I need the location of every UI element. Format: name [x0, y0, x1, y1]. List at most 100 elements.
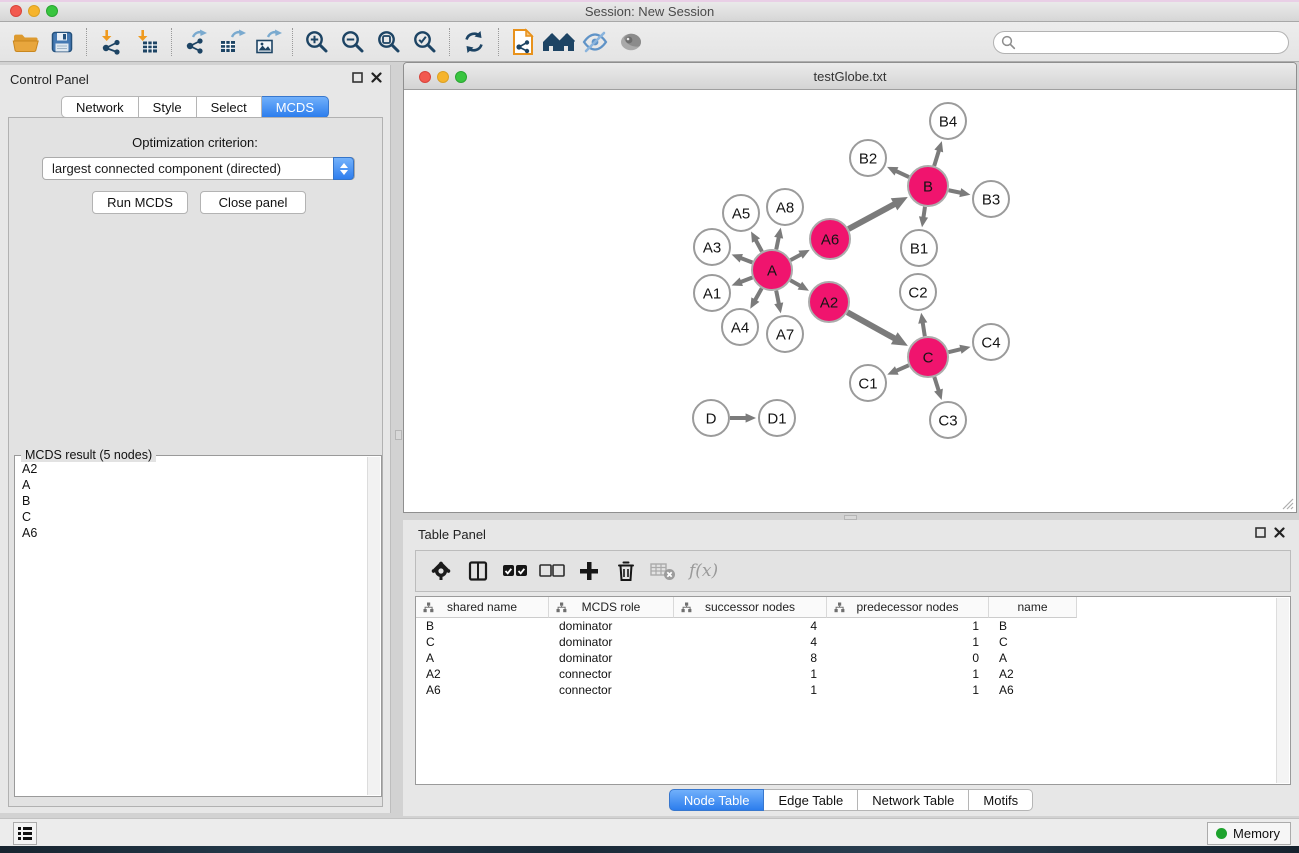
network-window-titlebar[interactable]: testGlobe.txt	[404, 63, 1296, 90]
table-scrollbar[interactable]	[1276, 598, 1289, 783]
tab-mcds[interactable]: MCDS	[262, 96, 329, 118]
float-table-panel-icon[interactable]	[1255, 527, 1266, 538]
destroy-table-icon[interactable]	[648, 556, 678, 586]
save-session-icon[interactable]	[44, 25, 80, 59]
table-cell[interactable]: 1	[827, 618, 989, 634]
column-header-successor-nodes[interactable]: successor nodes	[674, 597, 827, 618]
graph-edge-C-C4[interactable]	[948, 349, 961, 352]
graph-edge-A-A6[interactable]	[791, 254, 802, 260]
graph-edge-A-A8[interactable]	[776, 237, 779, 250]
zoom-fit-icon[interactable]	[371, 25, 407, 59]
table-cell[interactable]: dominator	[549, 650, 674, 666]
network-document-icon[interactable]	[505, 25, 541, 59]
criterion-dropdown[interactable]: largest connected component (directed)	[42, 157, 355, 180]
select-all-icon[interactable]	[500, 556, 530, 586]
float-panel-icon[interactable]	[352, 72, 363, 83]
table-cell[interactable]: C	[416, 634, 549, 650]
zoom-out-icon[interactable]	[335, 25, 371, 59]
column-header-MCDS-role[interactable]: MCDS role	[549, 597, 674, 618]
result-item-a2[interactable]: A2	[16, 461, 366, 477]
refresh-icon[interactable]	[456, 25, 492, 59]
table-cell[interactable]: A2	[416, 666, 549, 682]
table-cell[interactable]: 0	[827, 650, 989, 666]
tab-motifs[interactable]: Motifs	[969, 789, 1033, 811]
table-cell[interactable]: 4	[674, 634, 827, 650]
table-cell[interactable]: 4	[674, 618, 827, 634]
column-header-shared-name[interactable]: shared name	[416, 597, 549, 618]
graph-edge-C-C1[interactable]	[896, 365, 909, 371]
hide-graphics-details-icon[interactable]	[577, 25, 613, 59]
export-table-icon[interactable]	[214, 25, 250, 59]
table-cell[interactable]: 1	[827, 634, 989, 650]
table-row[interactable]: Adominator80A	[416, 650, 1290, 666]
close-table-panel-icon[interactable]	[1274, 527, 1285, 538]
graph-edge-A-A1[interactable]	[740, 278, 752, 283]
search-input[interactable]	[1016, 34, 1288, 52]
tab-node-table[interactable]: Node Table	[669, 789, 765, 811]
graph-edge-A-A7[interactable]	[776, 291, 779, 305]
graph-edge-C-C3[interactable]	[934, 377, 938, 391]
table-cell[interactable]: 1	[674, 666, 827, 682]
table-cell[interactable]: B	[989, 618, 1077, 634]
search-field[interactable]	[993, 31, 1289, 54]
export-image-icon[interactable]	[250, 25, 286, 59]
show-columns-icon[interactable]	[463, 556, 493, 586]
function-builder-icon[interactable]: f(x)	[685, 561, 718, 581]
task-history-button[interactable]	[13, 822, 37, 845]
resize-grip-icon[interactable]	[1282, 498, 1294, 510]
open-file-icon[interactable]	[8, 25, 44, 59]
tab-network-table[interactable]: Network Table	[858, 789, 969, 811]
graph-edge-C-C2[interactable]	[923, 322, 925, 336]
show-graphics-details-icon[interactable]	[613, 25, 649, 59]
home-icon[interactable]	[541, 25, 577, 59]
table-cell[interactable]: A6	[989, 682, 1077, 698]
table-cell[interactable]: connector	[549, 666, 674, 682]
import-network-icon[interactable]	[93, 25, 129, 59]
deselect-all-icon[interactable]	[537, 556, 567, 586]
graph-edge-A-A2[interactable]	[790, 280, 800, 286]
zoom-selected-icon[interactable]	[407, 25, 443, 59]
tab-edge-table[interactable]: Edge Table	[764, 789, 858, 811]
table-cell[interactable]: A6	[416, 682, 549, 698]
graph-edge-B-B2[interactable]	[896, 171, 909, 177]
result-item-a[interactable]: A	[16, 477, 366, 493]
table-cell[interactable]: B	[416, 618, 549, 634]
table-cell[interactable]: C	[989, 634, 1077, 650]
import-table-icon[interactable]	[129, 25, 165, 59]
graph-edge-A6-B[interactable]	[848, 204, 894, 229]
column-header-predecessor-nodes[interactable]: predecessor nodes	[827, 597, 989, 618]
table-cell[interactable]: dominator	[549, 618, 674, 634]
graph-edge-B-B1[interactable]	[923, 207, 925, 218]
table-cell[interactable]: A2	[989, 666, 1077, 682]
graph-edge-B-B3[interactable]	[949, 190, 962, 193]
vertical-divider-handle[interactable]	[395, 430, 402, 440]
result-item-b[interactable]: B	[16, 493, 366, 509]
table-row[interactable]: Bdominator41B	[416, 618, 1290, 634]
graph-edge-A-A5[interactable]	[756, 240, 762, 252]
result-item-a6[interactable]: A6	[16, 525, 366, 541]
table-cell[interactable]: A	[416, 650, 549, 666]
table-cell[interactable]: 8	[674, 650, 827, 666]
table-cell[interactable]: connector	[549, 682, 674, 698]
network-canvas[interactable]: AA1A2A3A4A5A6A7A8BB1B2B3B4CC1C2C3C4DD1	[404, 90, 1296, 512]
table-cell[interactable]: dominator	[549, 634, 674, 650]
zoom-in-icon[interactable]	[299, 25, 335, 59]
tab-style[interactable]: Style	[139, 96, 197, 118]
run-mcds-button[interactable]: Run MCDS	[92, 191, 188, 214]
table-row[interactable]: Cdominator41C	[416, 634, 1290, 650]
mcds-result-list[interactable]: A2ABCA6	[16, 461, 366, 794]
table-cell[interactable]: A	[989, 650, 1077, 666]
delete-column-icon[interactable]	[611, 556, 641, 586]
table-cell[interactable]: 1	[827, 666, 989, 682]
close-panel-button[interactable]: Close panel	[200, 191, 306, 214]
export-network-icon[interactable]	[178, 25, 214, 59]
table-row[interactable]: A2connector11A2	[416, 666, 1290, 682]
table-cell[interactable]: 1	[827, 682, 989, 698]
result-scrollbar[interactable]	[367, 457, 380, 795]
result-item-c[interactable]: C	[16, 509, 366, 525]
tab-select[interactable]: Select	[197, 96, 262, 118]
graph-edge-A-A3[interactable]	[740, 258, 752, 263]
tab-network[interactable]: Network	[61, 96, 139, 118]
table-settings-icon[interactable]	[426, 556, 456, 586]
memory-button[interactable]: Memory	[1207, 822, 1291, 845]
